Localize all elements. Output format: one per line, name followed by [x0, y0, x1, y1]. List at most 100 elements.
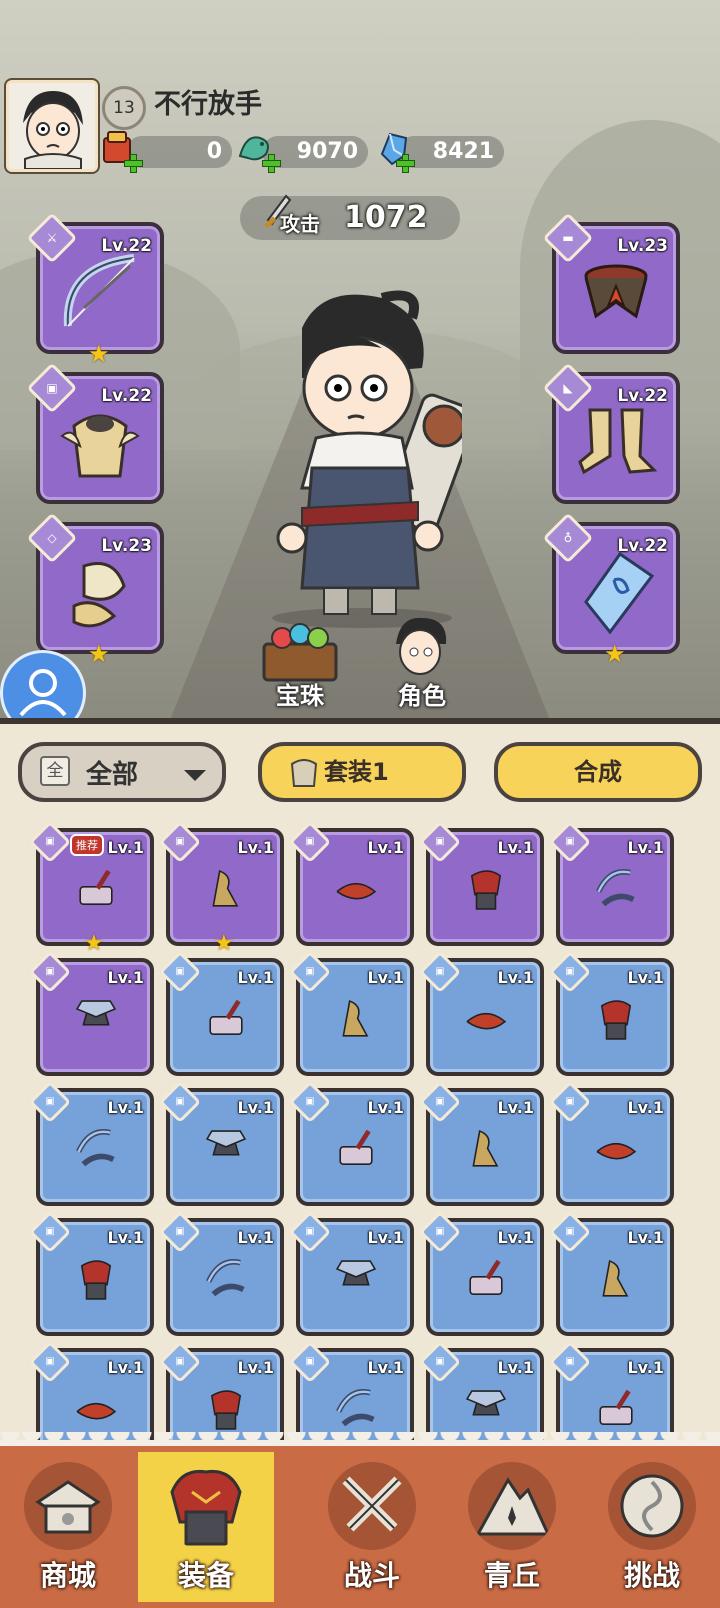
item-level: Lv.1 [107, 1228, 144, 1247]
gear-item-icon [209, 999, 243, 1035]
gear-item-icon [335, 1260, 377, 1286]
inventory-item[interactable]: ▣ Lv.1 [158, 950, 284, 1076]
gear-item-icon [342, 999, 369, 1037]
item-level: Lv.1 [497, 1358, 534, 1377]
inventory-item[interactable]: ▣ Lv.1 [548, 820, 674, 946]
tab-label: 战斗 [343, 1559, 400, 1592]
gear-item-icon [80, 1260, 112, 1300]
equip-slot-bracer[interactable]: ◇ Lv.23 ★ [26, 512, 164, 666]
player-name: 不行放手 [154, 89, 262, 120]
pendant-icon [584, 551, 655, 635]
add-jade-button[interactable] [262, 154, 281, 173]
inventory-item[interactable]: ▣ Lv.1 [418, 1080, 544, 1206]
gear-item-icon [469, 1259, 503, 1295]
star-icon: ★ [604, 640, 626, 668]
add-crystal-button[interactable] [396, 154, 415, 173]
armor-icon [60, 414, 140, 478]
item-level: Lv.1 [107, 968, 144, 987]
item-level: Lv.1 [367, 1358, 404, 1377]
inventory-item[interactable]: ▣ Lv.1 [418, 1210, 544, 1336]
gear-item-icon [76, 1129, 115, 1167]
tab-shop[interactable]: 商城 [0, 1452, 136, 1602]
gear-item-icon [206, 1259, 245, 1297]
item-level: Lv.1 [237, 1228, 274, 1247]
gear-item-icon [212, 869, 239, 907]
item-level: Lv.1 [107, 1098, 144, 1117]
equip-slot-weapon[interactable]: ⚔ Lv.22 ★ [26, 212, 164, 366]
gear-item-icon [79, 869, 113, 905]
tab-battle[interactable]: 战斗 [304, 1452, 440, 1602]
recommend-badge: 推荐 [70, 834, 104, 856]
shop-icon [24, 1462, 112, 1550]
item-level: Lv.1 [237, 838, 274, 857]
inventory-item[interactable]: ▣ Lv.1 [288, 1210, 414, 1336]
inventory-item[interactable]: ▣ Lv.1 ★ 推荐 [28, 820, 154, 956]
inventory-item[interactable]: ▣ Lv.1 [28, 950, 154, 1076]
gear-item-icon [602, 1259, 629, 1297]
item-level: Lv.1 [367, 838, 404, 857]
inventory-item[interactable]: ▣ Lv.1 [288, 820, 414, 946]
tab-label: 商城 [39, 1559, 96, 1592]
armor-set-icon [290, 759, 318, 787]
boots-icon [578, 408, 658, 475]
equip-slot-pendant[interactable]: ♁ Lv.22 ★ [542, 512, 680, 666]
equip-slot-belt[interactable]: ▬ Lv.23 [542, 212, 680, 354]
gear-item-icon [465, 1390, 507, 1416]
attack-value: 1072 [344, 200, 428, 235]
inventory-item[interactable]: ▣ Lv.1 [418, 950, 544, 1076]
tab-qingqiu[interactable]: 青丘 [444, 1452, 580, 1602]
item-level: Lv.1 [627, 1228, 664, 1247]
item-level: Lv.1 [237, 968, 274, 987]
item-level: Lv.1 [497, 1098, 534, 1117]
add-token-button[interactable] [124, 154, 143, 173]
item-level: Lv.1 [497, 1228, 534, 1247]
gear-item-icon [599, 1389, 633, 1425]
item-level: Lv.1 [627, 968, 664, 987]
gear-item-icon [336, 1389, 375, 1427]
inventory-item[interactable]: ▣ Lv.1 [288, 950, 414, 1076]
gear-item-icon [466, 1012, 507, 1030]
star-icon: ★ [214, 931, 234, 956]
item-level: Lv.1 [627, 1098, 664, 1117]
orb-chest-icon[interactable] [254, 620, 346, 684]
inventory-item[interactable]: ▣ Lv.1 [158, 1210, 284, 1336]
inventory-item[interactable]: ▣ Lv.1 [418, 820, 544, 946]
inventory-item[interactable]: ▣ Lv.1 [548, 1080, 674, 1206]
forge-button[interactable]: 合成 [494, 742, 702, 802]
player-avatar[interactable] [6, 80, 98, 172]
item-level: Lv.1 [237, 1358, 274, 1377]
item-level: Lv.1 [367, 1228, 404, 1247]
gear-item-icon [210, 1390, 242, 1430]
orb-button-label[interactable]: 宝珠 [276, 676, 324, 711]
equip-slot-boots[interactable]: ◣ Lv.22 [542, 362, 680, 504]
item-level: Lv.1 [497, 968, 534, 987]
filter-all-icon: 全 [40, 756, 70, 786]
gear-item-icon [600, 1000, 632, 1040]
item-level: Lv.1 [367, 1098, 404, 1117]
tab-equipment[interactable]: 装备 [138, 1452, 274, 1602]
attack-label: 攻击 [280, 212, 320, 236]
mountain-icon [468, 1462, 556, 1550]
gear-item-icon [76, 1402, 117, 1420]
equip-slot-armor[interactable]: ▣ Lv.22 [26, 362, 164, 504]
gear-item-icon [336, 882, 377, 900]
inventory-item[interactable]: ▣ Lv.1 [28, 1210, 154, 1336]
gear-item-icon [472, 1129, 499, 1167]
tab-challenge[interactable]: 挑战 [584, 1452, 720, 1602]
role-avatar-icon[interactable] [386, 614, 456, 684]
role-button-label[interactable]: 角色 [398, 676, 446, 711]
item-level: Lv.1 [107, 838, 144, 857]
star-icon: ★ [88, 340, 110, 368]
inventory-item[interactable]: ▣ Lv.1 [158, 1080, 284, 1206]
inventory-item[interactable]: ▣ Lv.1 [288, 1080, 414, 1206]
filter-label: 全部 [86, 760, 139, 790]
inventory-item[interactable]: ▣ Lv.1 [548, 1210, 674, 1336]
gear-item-icon [596, 869, 635, 907]
inventory-item[interactable]: ▣ Lv.1 [548, 950, 674, 1076]
inventory-item[interactable]: ▣ Lv.1 ★ [158, 820, 284, 956]
set-button[interactable]: 套装1 [258, 742, 466, 802]
bow-icon [63, 254, 135, 327]
bracer-icon [72, 562, 126, 628]
belt-icon [584, 264, 648, 319]
inventory-item[interactable]: ▣ Lv.1 [28, 1080, 154, 1206]
